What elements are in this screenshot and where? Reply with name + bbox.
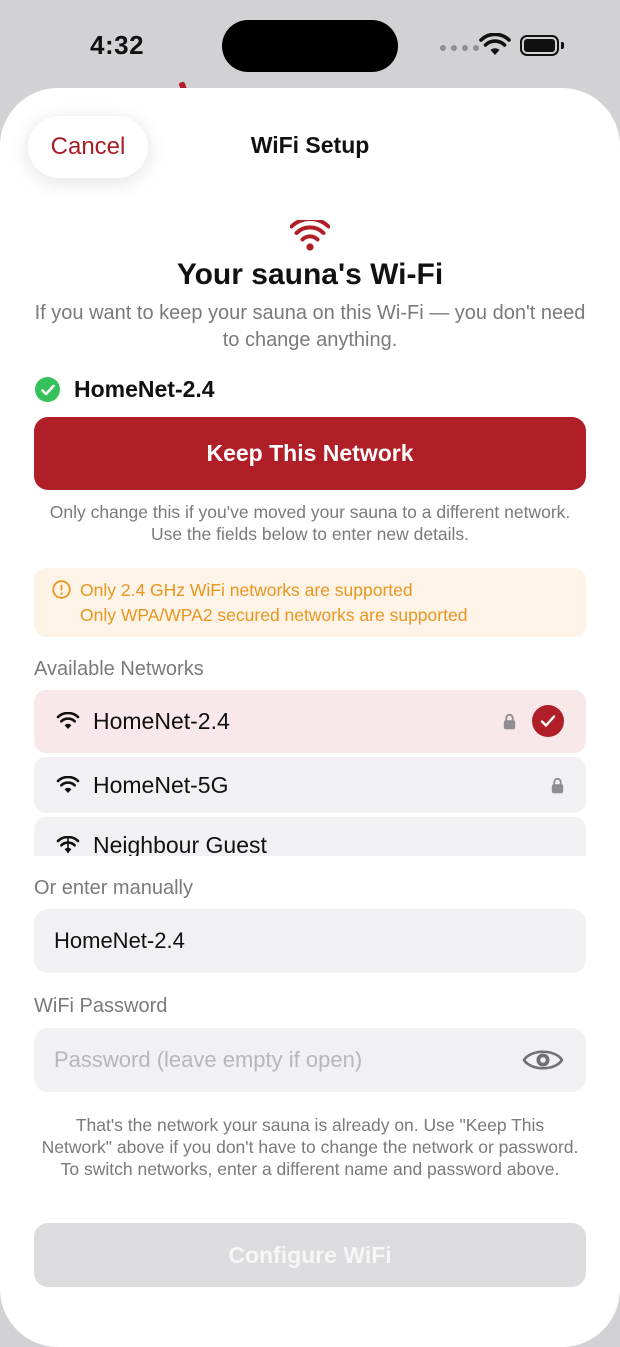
network-list[interactable]: HomeNet-2.4 HomeNet-5G Neighbour Guest [34, 690, 586, 856]
wifi-open-icon [56, 836, 80, 853]
keep-network-note: Only change this if you've moved your sa… [49, 502, 571, 544]
hero-title: Your sauna's Wi-Fi [176, 258, 444, 291]
available-networks-label: Available Networks [34, 658, 204, 680]
warning-security: Only WPA/WPA2 secured networks are suppo… [80, 605, 468, 625]
warning-frequency: Only 2.4 GHz WiFi networks are supported [80, 580, 413, 600]
cellular-signal-icon [440, 45, 479, 51]
info-circle-icon [52, 580, 71, 599]
eye-icon[interactable] [522, 1045, 564, 1075]
lock-icon [551, 777, 564, 794]
footer-note: That's the network your sauna is already… [41, 1115, 579, 1179]
hero-description: If you want to keep your sauna on this W… [34, 302, 586, 351]
configure-wifi-button[interactable]: Configure WiFi [34, 1223, 586, 1287]
lock-icon [503, 713, 516, 730]
current-network-name: HomeNet-2.4 [74, 376, 215, 402]
current-network: HomeNet-2.4 [35, 376, 215, 403]
selected-checkmark-icon [532, 705, 564, 737]
wifi-icon [56, 712, 80, 729]
sheet-title: WiFi Setup [250, 132, 370, 158]
status-time: 4:32 [90, 30, 145, 60]
wifi-icon [290, 220, 330, 251]
network-name: HomeNet-5G [93, 772, 229, 798]
network-row-homenet-5g[interactable]: HomeNet-5G [34, 757, 586, 813]
wifi-icon [56, 776, 80, 793]
status-bar: 4:32 [0, 0, 620, 90]
network-row-homenet-2-4[interactable]: HomeNet-2.4 [34, 690, 586, 753]
network-name: HomeNet-2.4 [93, 708, 230, 734]
network-name-value: HomeNet-2.4 [54, 928, 185, 953]
dynamic-island [222, 20, 398, 72]
network-row-neighbour-guest[interactable]: Neighbour Guest [34, 817, 586, 856]
keep-network-button[interactable]: Keep This Network [34, 417, 586, 490]
wifi-icon [479, 33, 511, 55]
password-label: WiFi Password [34, 995, 168, 1017]
manual-entry-label: Or enter manually [34, 877, 193, 899]
network-name: Neighbour Guest [93, 832, 267, 856]
password-placeholder: Password (leave empty if open) [54, 1047, 363, 1072]
checkmark-circle-icon [35, 377, 60, 402]
warning-banner: Only 2.4 GHz WiFi networks are supported… [34, 568, 586, 637]
network-name-field[interactable]: HomeNet-2.4 [34, 909, 586, 973]
wifi-setup-sheet: Cancel WiFi Setup Your sauna's Wi-Fi If … [0, 88, 620, 1347]
battery-icon [520, 35, 564, 56]
password-field[interactable]: Password (leave empty if open) [34, 1028, 586, 1092]
